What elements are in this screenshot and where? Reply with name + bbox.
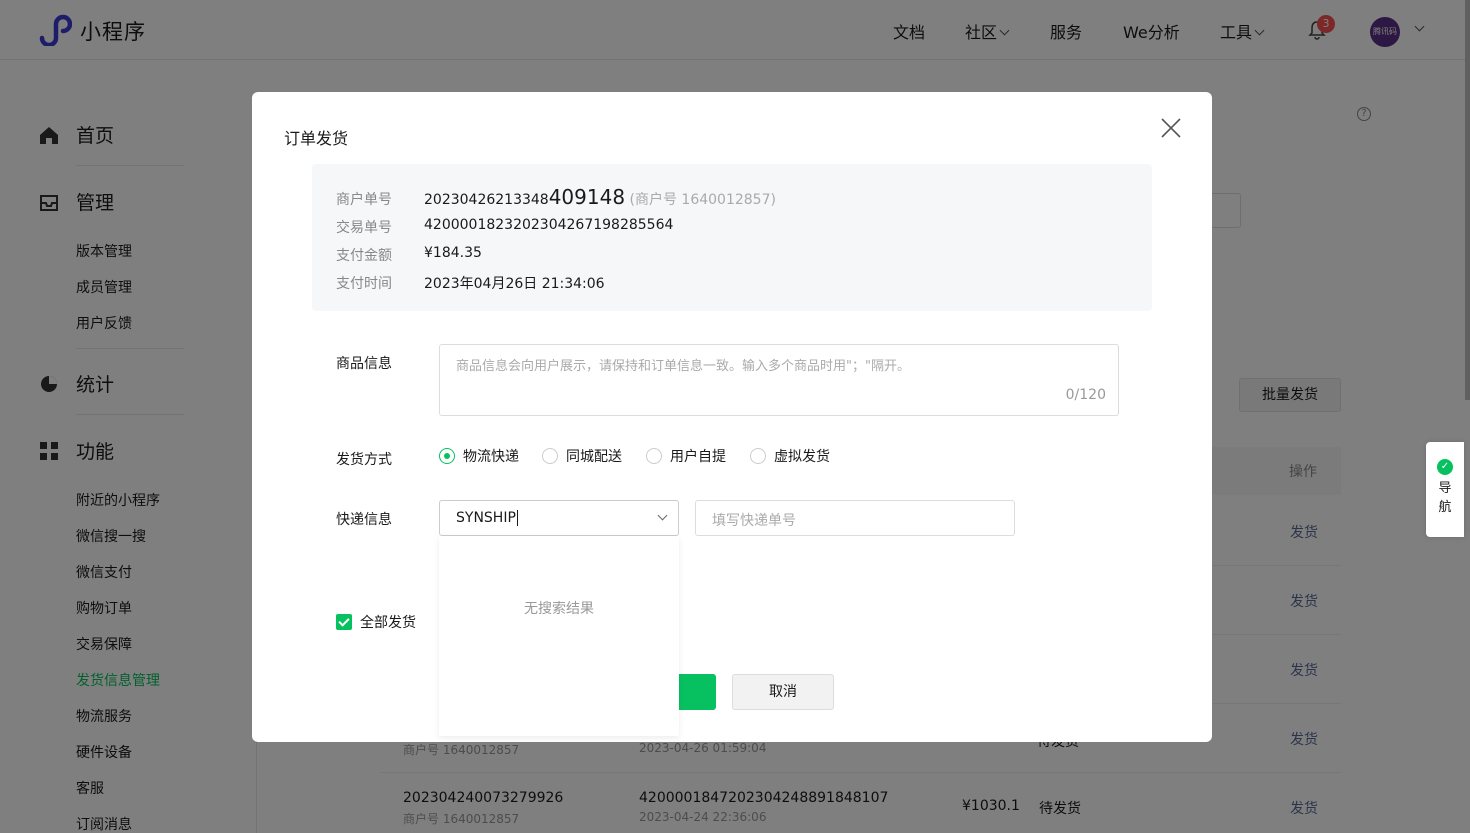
ship-all-checkbox[interactable]: 全部发货 [336,612,416,632]
checkbox-checked-icon [336,614,352,630]
check-icon: ✓ [1437,459,1453,475]
cancel-button[interactable]: 取消 [732,674,834,710]
tracking-number-input[interactable]: 填写快递单号 [695,500,1015,536]
merchant-order-value: 20230426213348409148 (商户号 1640012857) [424,185,776,209]
dialog-title: 订单发货 [284,129,349,148]
close-icon[interactable] [1161,118,1181,138]
chevron-down-icon [657,510,668,521]
confirm-button[interactable] [679,674,716,710]
amount-label: 支付金额 [336,248,392,264]
merchant-order-label: 商户单号 [336,192,392,208]
radio-icon [750,448,766,464]
tracking-number-placeholder: 填写快递单号 [712,513,796,529]
order-info-box: 商户单号 20230426213348409148 (商户号 164001285… [312,164,1152,311]
goods-info-label: 商品信息 [336,356,392,372]
no-results-text: 无搜索结果 [524,601,594,617]
ship-order-dialog: 订单发货 商户单号 20230426213348409148 (商户号 1640… [252,92,1212,742]
ship-method-label: 发货方式 [336,452,392,468]
radio-self-pickup[interactable]: 用户自提 [646,446,726,466]
express-info-label: 快递信息 [336,512,392,528]
carrier-select-value: SYNSHIP [456,510,516,526]
amount-value: ¥184.35 [424,245,482,261]
char-counter: 0/120 [1065,387,1106,403]
radio-selected-icon [439,448,455,464]
goods-info-textarea[interactable]: 商品信息会向用户展示，请保持和订单信息一致。输入多个商品时用"；"隔开。 0/1… [439,344,1119,416]
floating-nav[interactable]: ✓ 导 航 [1426,442,1464,537]
pay-time-value: 2023年04月26日 21:34:06 [424,276,605,292]
carrier-select[interactable]: SYNSHIP [439,500,679,536]
carrier-dropdown: 无搜索结果 [439,536,679,736]
pay-time-label: 支付时间 [336,276,392,292]
trade-no-value: 4200001823202304267198285564 [424,217,674,233]
radio-express[interactable]: 物流快递 [439,446,519,466]
radio-local-delivery[interactable]: 同城配送 [542,446,622,466]
radio-icon [646,448,662,464]
trade-no-label: 交易单号 [336,220,392,236]
radio-virtual[interactable]: 虚拟发货 [750,446,830,466]
goods-info-placeholder: 商品信息会向用户展示，请保持和订单信息一致。输入多个商品时用"；"隔开。 [456,359,910,374]
radio-icon [542,448,558,464]
